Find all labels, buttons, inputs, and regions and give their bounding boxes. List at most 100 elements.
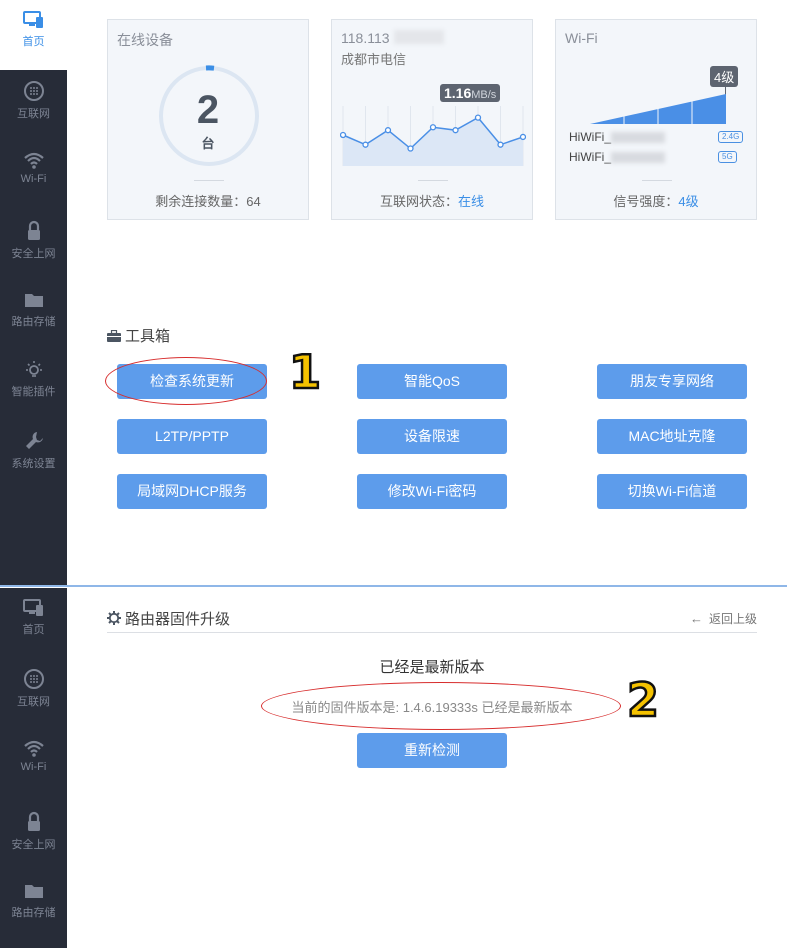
monitor-icon [22, 599, 43, 616]
ssid-label: HiWiFi_ [569, 130, 611, 144]
remaining-connections: 64 [246, 194, 261, 209]
sidebar-item-settings[interactable]: 系统设置 [0, 420, 67, 490]
sidebar-item-wifi[interactable]: Wi-Fi [0, 728, 67, 798]
internet-card[interactable]: 118.113 成都市电信 1.16MB/s 互联网状态：在线 [331, 19, 533, 220]
wrench-icon [25, 432, 43, 449]
arrow-left-icon: ← [689, 611, 703, 626]
speed-point [340, 131, 347, 139]
monitor-icon [22, 11, 43, 28]
speed-point [429, 124, 437, 131]
back-link[interactable]: ← 返回上级 [690, 610, 757, 627]
signal-strength-bar [590, 94, 726, 124]
heading-underline [107, 632, 757, 633]
sidebar-item-security[interactable]: 安全上网 [0, 210, 67, 280]
sidebar-item-label: Wi-Fi [20, 173, 47, 185]
recheck-button[interactable]: 重新检测 [357, 733, 507, 768]
band-badge-24g: 2.4G [718, 131, 744, 143]
highlight-ellipse-1 [105, 357, 267, 405]
device-unit: 台 [201, 136, 215, 151]
card-footer: 剩余连接数量：64 [108, 191, 308, 210]
speed-chart [340, 106, 526, 166]
card-title: 在线设备 [117, 32, 173, 48]
speed-point [452, 127, 459, 134]
sidebar-item-internet[interactable]: 互联网 [0, 70, 67, 140]
back-label: 返回上级 [708, 612, 757, 626]
card-footer: 互联网状态：在线 [332, 191, 532, 210]
sidebar-item-wifi[interactable]: Wi-Fi [0, 140, 67, 210]
signal-level-badge: 4级 [710, 66, 739, 87]
band-badge-5g: 5G [718, 151, 737, 163]
sidebar-item-storage[interactable]: 路由存储 [0, 280, 67, 350]
firmware-heading: 路由器固件升级 [107, 608, 230, 629]
sidebar-item-label: 路由存储 [11, 907, 56, 919]
redacted-ssid [611, 132, 665, 144]
redacted-ip [394, 30, 444, 44]
firmware-status: 已经是最新版本 [379, 659, 485, 676]
card-divider [194, 180, 224, 181]
sidebar-item-label: Wi-Fi [20, 761, 47, 773]
public-ip: 118.113 [341, 30, 390, 46]
l2tp-pptp-button[interactable]: L2TP/PPTP [117, 419, 267, 454]
sidebar-item-home[interactable]: 首页 [0, 0, 67, 70]
gear-icon [107, 611, 121, 625]
sidebar-item-internet[interactable]: 互联网 [0, 658, 67, 728]
ssid-label: HiWiFi_ [569, 150, 611, 164]
card-divider [418, 180, 448, 181]
toolbox-heading: 工具箱 [107, 325, 170, 346]
annotation-number-1: 1 [288, 344, 323, 401]
guest-network-button[interactable]: 朋友专享网络 [597, 364, 747, 399]
card-divider [642, 180, 672, 181]
switch-wifi-channel-button[interactable]: 切换Wi-Fi信道 [597, 474, 747, 509]
sidebar-item-security[interactable]: 安全上网 [0, 801, 67, 871]
bulb-icon [25, 361, 42, 377]
lock-icon [27, 220, 40, 240]
footer-label: 剩余连接数量： [155, 194, 247, 209]
sidebar-item-label: 首页 [22, 624, 45, 636]
internet-status: 在线 [458, 194, 485, 209]
device-count: 2 [196, 88, 220, 132]
mac-clone-button[interactable]: MAC地址克隆 [597, 419, 747, 454]
wifi-icon [23, 740, 44, 757]
lock-icon [27, 811, 40, 831]
sidebar-item-label: 安全上网 [11, 248, 56, 260]
speed-point [362, 141, 369, 148]
change-wifi-password-button[interactable]: 修改Wi-Fi密码 [357, 474, 507, 509]
speed-point [519, 133, 526, 141]
online-devices-card[interactable]: 在线设备 2 台 剩余连接数量：64 [107, 19, 309, 220]
sidebar-item-plugins[interactable]: 智能插件 [0, 350, 67, 420]
sidebar-secondary: 首页 互联网 Wi-Fi 安全上网 路由存储 [0, 588, 67, 948]
speed-point [407, 145, 414, 152]
footer-label: 信号强度： [613, 194, 679, 209]
globe-icon [23, 81, 44, 101]
redacted-ssid [611, 152, 665, 164]
lan-dhcp-button[interactable]: 局域网DHCP服务 [117, 474, 267, 509]
sidebar-item-storage[interactable]: 路由存储 [0, 871, 67, 941]
wifi-card[interactable]: Wi-Fi 4级 HiWiFi_ 2.4G HiWiFi_ 5G 信号强度：4级 [555, 19, 757, 220]
card-title: Wi-Fi [565, 30, 598, 46]
speed-value: 1.16 [444, 85, 472, 101]
folder-icon [24, 294, 43, 307]
speed-unit: MB/s [471, 89, 497, 101]
annotation-number-2: 2 [626, 672, 661, 729]
toolbox-icon [107, 329, 121, 342]
isp-name: 成都市电信 [341, 52, 407, 67]
speed-point [474, 114, 482, 121]
sidebar-item-label: 互联网 [17, 108, 50, 120]
wifi-icon [23, 152, 44, 169]
footer-label: 互联网状态： [379, 194, 458, 209]
toolbox-title: 工具箱 [125, 328, 171, 345]
firmware-title: 路由器固件升级 [125, 611, 231, 628]
sidebar-item-label: 路由存储 [11, 316, 56, 328]
speed-point [497, 141, 504, 148]
sidebar-item-label: 智能插件 [11, 386, 56, 398]
sidebar-item-label: 系统设置 [11, 458, 56, 470]
device-speed-limit-button[interactable]: 设备限速 [357, 419, 507, 454]
sidebar-item-home[interactable]: 首页 [0, 588, 67, 658]
signal-strength: 4级 [678, 194, 699, 209]
speed-point [384, 127, 392, 134]
sidebar: 首页 互联网 Wi-Fi 安全上网 路由存储 智能插件 系统设置 [0, 0, 67, 586]
card-footer: 信号强度：4级 [556, 191, 756, 210]
sidebar-item-label: 首页 [22, 36, 45, 48]
sidebar-item-label: 互联网 [17, 696, 50, 708]
qos-button[interactable]: 智能QoS [357, 364, 507, 399]
